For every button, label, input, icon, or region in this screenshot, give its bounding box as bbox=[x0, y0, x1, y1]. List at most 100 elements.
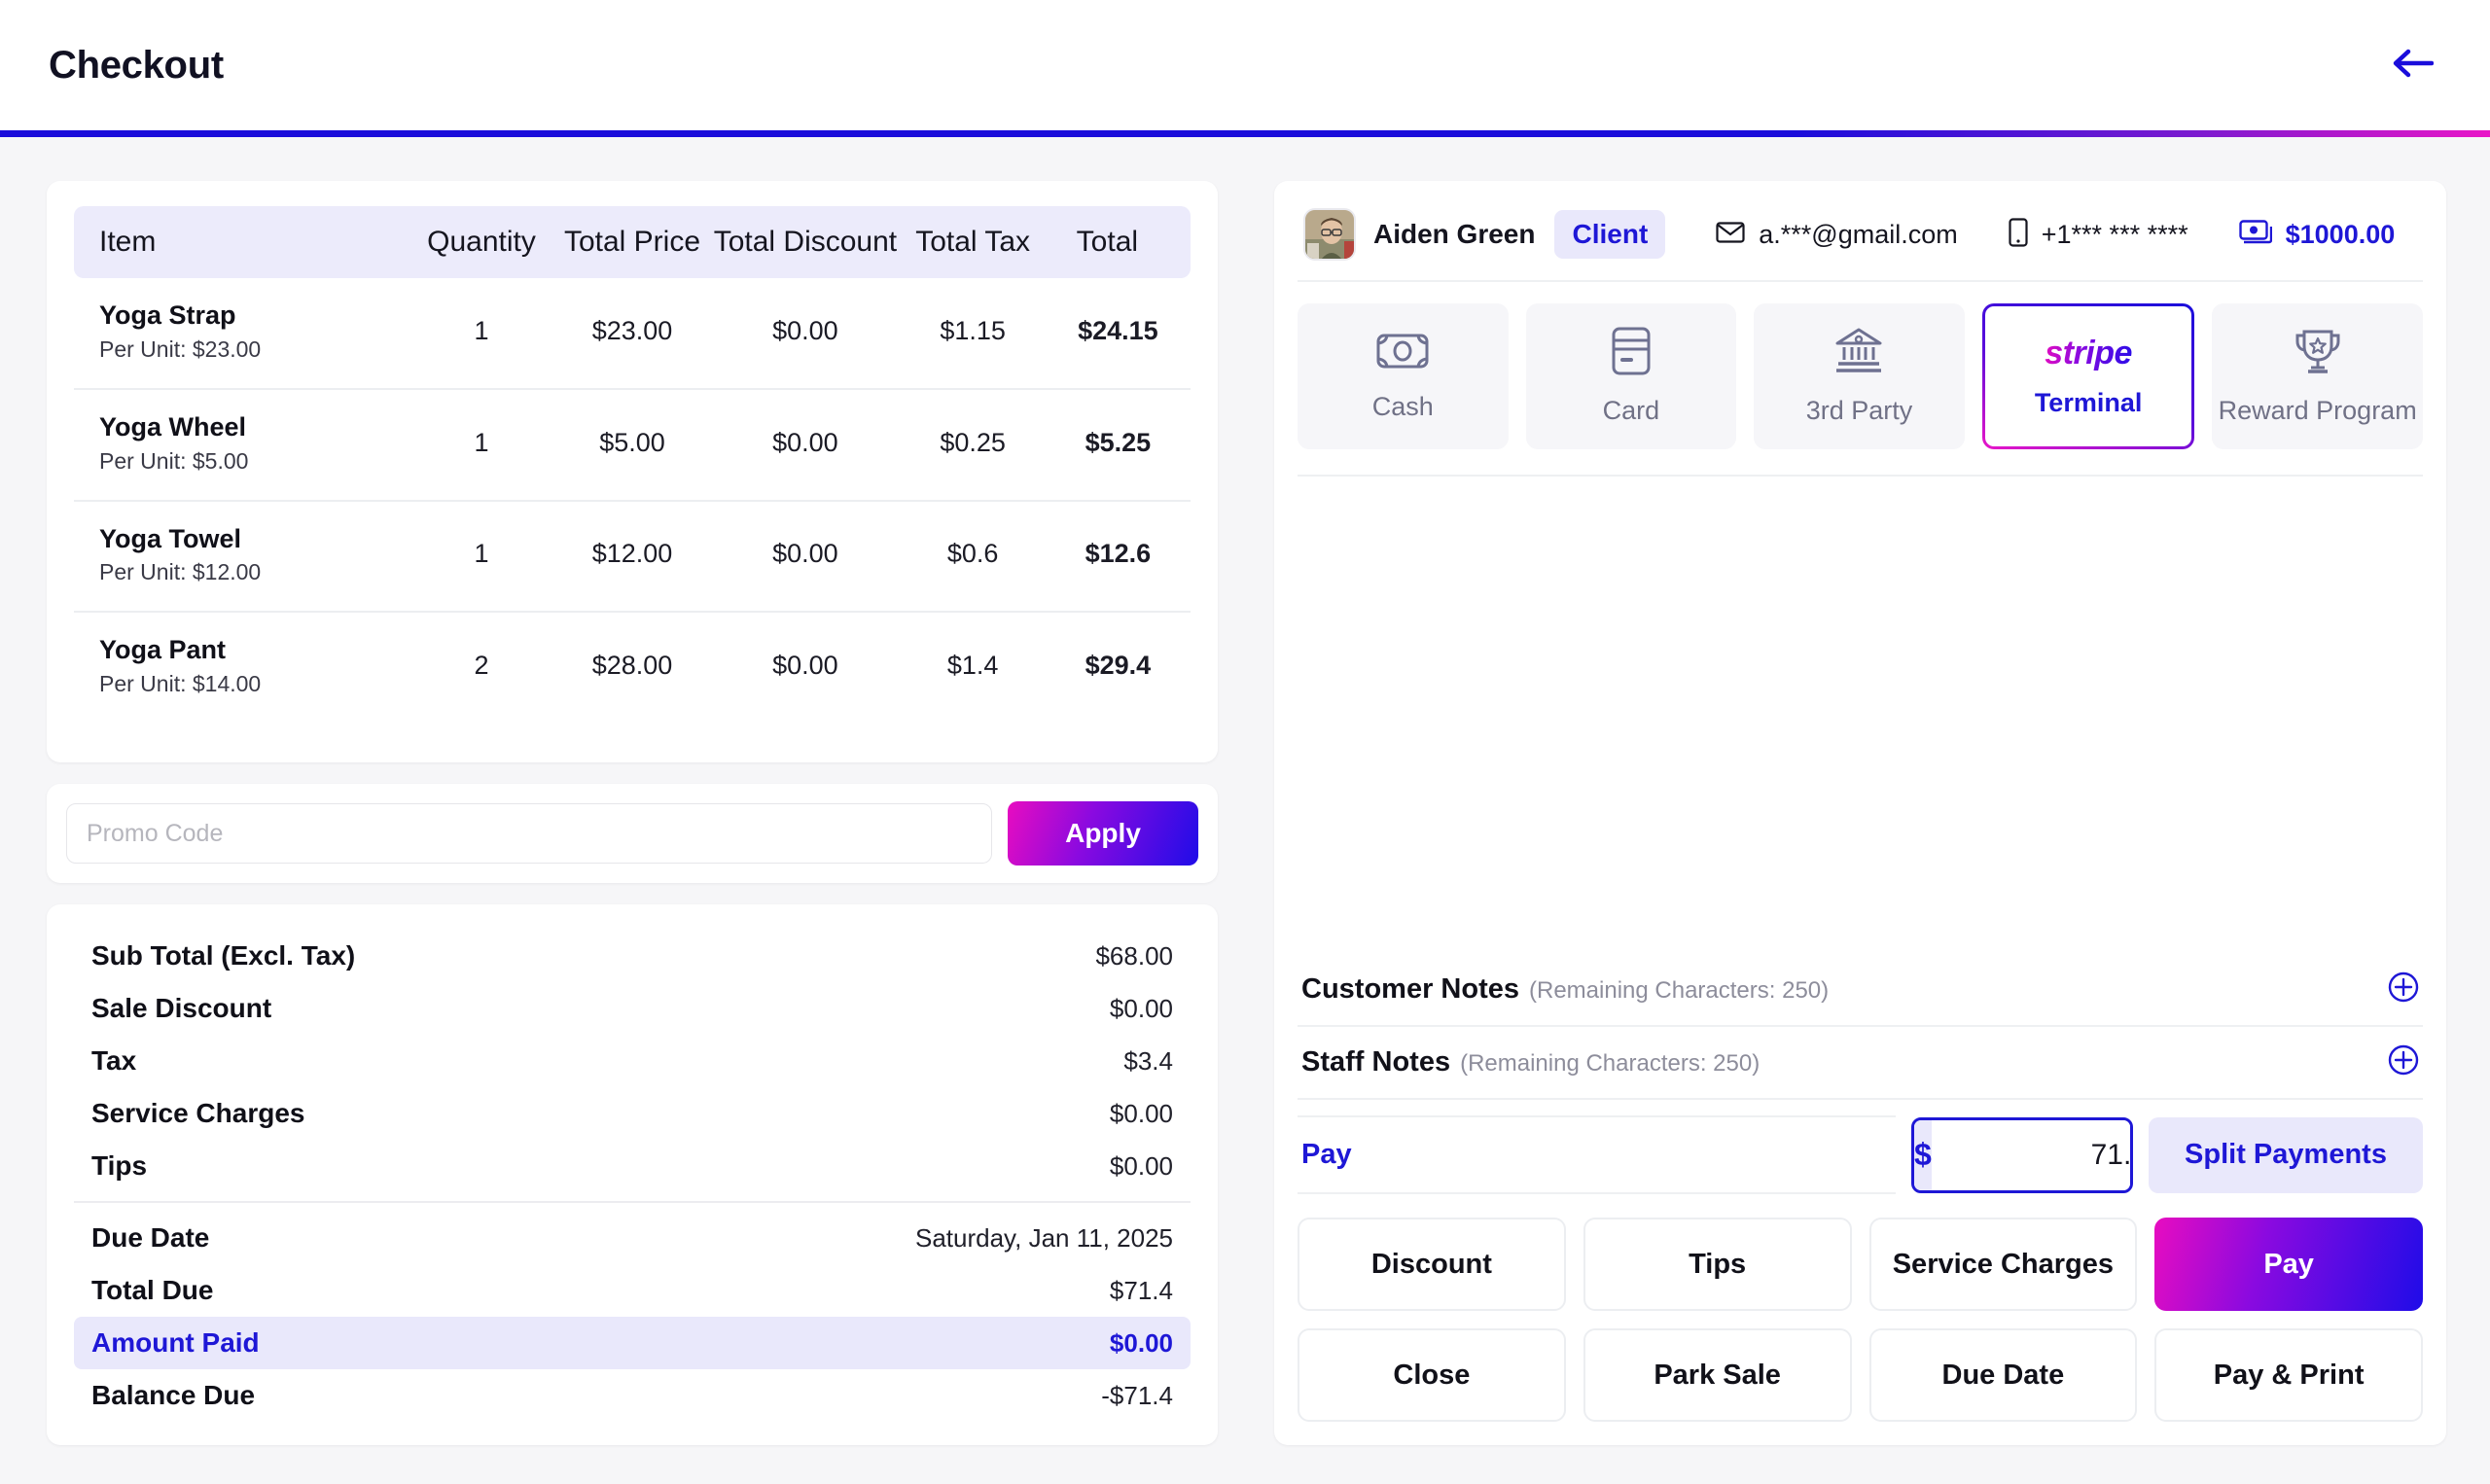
col-header-total-tax: Total Tax bbox=[915, 226, 1031, 258]
customer-phone[interactable]: +1*** *** **** bbox=[2009, 217, 2188, 252]
customer-phone-text: +1*** *** **** bbox=[2041, 219, 2188, 249]
item-total-price: $28.00 bbox=[591, 651, 673, 681]
col-header-total-discount: Total Discount bbox=[713, 226, 898, 258]
apply-promo-button[interactable]: Apply bbox=[1008, 801, 1198, 866]
summary-label: Due Date bbox=[91, 1222, 210, 1253]
item-per-unit: Per Unit: $5.00 bbox=[99, 447, 249, 474]
trophy-star-icon bbox=[2294, 327, 2342, 380]
envelope-icon bbox=[1716, 221, 1745, 249]
pay-amount-row: Pay $ Split Payments bbox=[1298, 1100, 2423, 1208]
item-total-discount: $0.00 bbox=[772, 315, 838, 345]
payment-tab-cash[interactable]: Cash bbox=[1298, 303, 1509, 449]
arrow-left-icon bbox=[2391, 46, 2435, 86]
summary-label: Tax bbox=[91, 1045, 137, 1076]
page-body: Item Quantity Total Price Total Discount… bbox=[0, 137, 2490, 1484]
bank-icon bbox=[1834, 327, 1883, 380]
due-date-button[interactable]: Due Date bbox=[1868, 1328, 2138, 1422]
promo-code-input[interactable] bbox=[66, 803, 992, 864]
staff-notes-hint: (Remaining Characters: 250) bbox=[1460, 1050, 1761, 1077]
tips-button[interactable]: Tips bbox=[1583, 1218, 1852, 1311]
summary-card: Sub Total (Excl. Tax) $68.00 Sale Discou… bbox=[47, 904, 1218, 1445]
pay-amount-field[interactable]: $ bbox=[1911, 1116, 2133, 1193]
avatar[interactable] bbox=[1303, 208, 1356, 261]
item-per-unit: Per Unit: $12.00 bbox=[99, 559, 262, 585]
credit-card-icon bbox=[1612, 327, 1651, 380]
summary-row-amount-paid[interactable]: Amount Paid $0.00 bbox=[74, 1317, 1191, 1369]
payment-tab-label: Reward Program bbox=[2218, 396, 2417, 425]
item-quantity: 1 bbox=[474, 427, 489, 457]
mobile-phone-icon bbox=[2009, 217, 2028, 252]
stripe-logo: stripe bbox=[2045, 335, 2132, 371]
table-header-row: Item Quantity Total Price Total Discount… bbox=[74, 206, 1191, 278]
summary-row-tips: Tips $0.00 bbox=[74, 1140, 1191, 1192]
plus-circle-icon[interactable] bbox=[2388, 1044, 2419, 1080]
summary-value: $0.00 bbox=[1109, 1150, 1173, 1181]
service-charges-button[interactable]: Service Charges bbox=[1868, 1218, 2138, 1311]
summary-value: $68.00 bbox=[1095, 940, 1173, 971]
table-row[interactable]: Yoga Pant Per Unit: $14.00 2 $28.00 $0.0… bbox=[74, 612, 1191, 723]
staff-notes-row[interactable]: Staff Notes (Remaining Characters: 250) bbox=[1298, 1027, 2423, 1100]
item-quantity: 1 bbox=[474, 539, 489, 569]
items-table-body: Yoga Strap Per Unit: $23.00 1 $23.00 $0.… bbox=[74, 278, 1191, 723]
summary-value: Saturday, Jan 11, 2025 bbox=[914, 1222, 1173, 1253]
status-badge[interactable]: Client bbox=[1554, 210, 1666, 259]
item-total-price: $5.00 bbox=[599, 427, 665, 457]
payment-tab-3rd-party[interactable]: 3rd Party bbox=[1754, 303, 1965, 449]
park-sale-button[interactable]: Park Sale bbox=[1583, 1328, 1852, 1422]
customer-notes-row[interactable]: Customer Notes (Remaining Characters: 25… bbox=[1298, 954, 2423, 1027]
col-header-total-price: Total Price bbox=[563, 226, 701, 258]
pay-and-print-button[interactable]: Pay & Print bbox=[2154, 1328, 2423, 1422]
payment-tab-label: Terminal bbox=[2034, 388, 2143, 417]
banknote-icon bbox=[1376, 331, 1429, 376]
summary-value: $0.00 bbox=[1109, 1327, 1173, 1358]
plus-circle-icon[interactable] bbox=[2388, 972, 2419, 1007]
summary-row-total-due: Total Due $71.4 bbox=[74, 1264, 1191, 1317]
summary-row-service-charges: Service Charges $0.00 bbox=[74, 1087, 1191, 1140]
pay-amount-input[interactable] bbox=[1931, 1119, 2130, 1190]
table-row[interactable]: Yoga Wheel Per Unit: $5.00 1 $5.00 $0.00… bbox=[74, 389, 1191, 501]
summary-label: Tips bbox=[91, 1150, 148, 1181]
customer-name: Aiden Green bbox=[1373, 219, 1536, 249]
table-row[interactable]: Yoga Strap Per Unit: $23.00 1 $23.00 $0.… bbox=[74, 278, 1191, 389]
summary-label: Sale Discount bbox=[91, 993, 272, 1023]
payment-body-spacer bbox=[1298, 477, 2423, 954]
item-total-price: $23.00 bbox=[591, 315, 673, 345]
item-name: Yoga Wheel bbox=[99, 411, 247, 442]
summary-value: $0.00 bbox=[1109, 1098, 1173, 1128]
currency-symbol: $ bbox=[1914, 1119, 1932, 1190]
table-row[interactable]: Yoga Towel Per Unit: $12.00 1 $12.00 $0.… bbox=[74, 501, 1191, 613]
payment-method-tabs: Cash Card 3rd Party stripe Terminal Rewa… bbox=[1298, 282, 2423, 477]
customer-notes-title: Customer Notes bbox=[1301, 973, 1519, 1005]
items-table: Item Quantity Total Price Total Discount… bbox=[74, 206, 1191, 723]
payment-tab-label: Card bbox=[1602, 396, 1660, 425]
col-header-item: Item bbox=[99, 226, 157, 258]
payment-card: Aiden Green Client a.***@gmail.com +1***… bbox=[1274, 181, 2446, 1445]
customer-bar: Aiden Green Client a.***@gmail.com +1***… bbox=[1298, 200, 2423, 282]
customer-email-text: a.***@gmail.com bbox=[1759, 219, 1958, 249]
page-title: Checkout bbox=[49, 43, 224, 87]
pay-button[interactable]: Pay bbox=[2154, 1218, 2423, 1311]
customer-store-credit[interactable]: $1000.00 bbox=[2238, 219, 2396, 250]
summary-divider bbox=[74, 1201, 1191, 1203]
close-button[interactable]: Close bbox=[1298, 1328, 1566, 1422]
item-total-tax: $0.25 bbox=[940, 427, 1006, 457]
back-button[interactable] bbox=[2381, 34, 2443, 96]
pay-label: Pay bbox=[1298, 1115, 1896, 1194]
split-payments-button[interactable]: Split Payments bbox=[2149, 1116, 2423, 1193]
summary-label: Amount Paid bbox=[91, 1327, 260, 1358]
summary-row-due-date: Due Date Saturday, Jan 11, 2025 bbox=[74, 1212, 1191, 1264]
item-total-discount: $0.00 bbox=[772, 651, 838, 681]
payment-tab-reward-program[interactable]: Reward Program bbox=[2212, 303, 2423, 449]
payment-tab-terminal[interactable]: stripe Terminal bbox=[1982, 303, 2195, 449]
order-panel: Item Quantity Total Price Total Discount… bbox=[0, 137, 1264, 1484]
discount-button[interactable]: Discount bbox=[1298, 1218, 1566, 1311]
items-table-head: Item Quantity Total Price Total Discount… bbox=[74, 206, 1191, 278]
payment-tab-card[interactable]: Card bbox=[1525, 303, 1737, 449]
item-total: $12.6 bbox=[1085, 539, 1152, 569]
customer-notes-hint: (Remaining Characters: 250) bbox=[1529, 977, 1830, 1004]
item-total-tax: $1.4 bbox=[946, 651, 999, 681]
store-credit-amount: $1000.00 bbox=[2285, 219, 2396, 249]
summary-label: Total Due bbox=[91, 1275, 214, 1305]
customer-email[interactable]: a.***@gmail.com bbox=[1716, 219, 1958, 250]
item-quantity: 1 bbox=[474, 315, 489, 345]
